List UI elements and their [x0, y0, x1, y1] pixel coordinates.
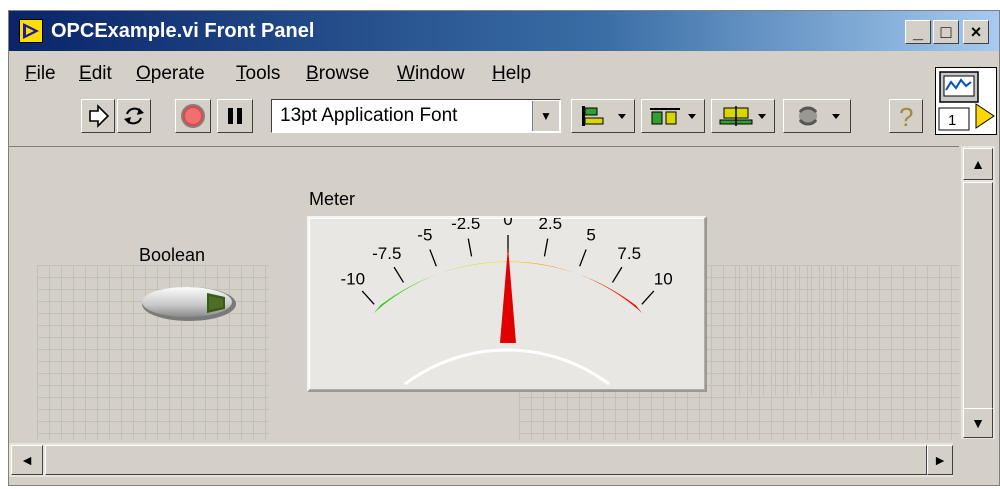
menu-label-rest: ools [245, 63, 281, 84]
run-continuously-button[interactable] [117, 99, 151, 133]
maximize-button[interactable]: □ [933, 20, 959, 44]
menu-file[interactable]: File [25, 63, 56, 85]
menu-tools[interactable]: Tools [236, 63, 280, 85]
meter-tick [543, 238, 549, 257]
horizontal-scrollbar[interactable]: ◄ ► [9, 443, 953, 477]
context-help-button[interactable]: ? [889, 99, 923, 133]
abort-button[interactable] [175, 99, 211, 133]
meter-gauge: -10 -7.5 -5 -2.5 0 2.5 5 7.5 10 [340, 210, 673, 386]
title-bar[interactable]: OPCExample.vi Front Panel _ □ × [9, 11, 999, 51]
menu-accel: O [136, 63, 151, 84]
pause-icon [228, 108, 242, 124]
vertical-scrollbar[interactable]: ▲ ▼ [961, 146, 995, 439]
align-objects-icon [582, 106, 626, 126]
distribute-objects-button[interactable] [641, 99, 705, 133]
front-panel-area[interactable]: Boolean Meter -10 -7.5 -5 -2.5 0 2.5 5 7… [9, 146, 959, 440]
reorder-icon [798, 106, 840, 126]
scroll-right-button[interactable]: ► [927, 445, 953, 475]
meter-tick [579, 249, 587, 267]
meter-tick [393, 266, 405, 283]
toolbar: 13pt Application Font ▼ ? [9, 99, 929, 139]
meter-scale-label: 5 [586, 225, 595, 244]
meter-scale-label: 7.5 [617, 244, 641, 263]
labview-vi-icon [19, 19, 43, 43]
align-objects-button[interactable] [571, 99, 635, 133]
pause-button[interactable] [217, 99, 253, 133]
meter-scale-label: -10 [340, 270, 365, 289]
resize-objects-button[interactable] [711, 99, 775, 133]
menu-label-rest: rowse [318, 63, 370, 84]
run-button[interactable] [81, 99, 115, 133]
reorder-button[interactable] [783, 99, 851, 133]
menu-accel: E [79, 63, 92, 84]
run-continuously-icon [124, 107, 144, 125]
panel-grid-block [739, 265, 859, 395]
vertical-scroll-thumb[interactable] [963, 182, 993, 410]
resize-objects-icon [719, 106, 766, 126]
scroll-down-button[interactable]: ▼ [963, 408, 993, 438]
boolean-label: Boolean [139, 245, 206, 265]
meter-lower-arc [404, 348, 610, 386]
meter-scale-label: -5 [417, 225, 432, 244]
meter-needle [500, 247, 516, 343]
menu-bar: File Edit Operate Tools Browse Window He… [9, 63, 929, 89]
close-button[interactable]: × [963, 20, 989, 44]
menu-label-rest: perate [150, 63, 205, 84]
meter-tick [467, 238, 473, 257]
distribute-objects-icon [650, 108, 696, 125]
meter-tick [361, 290, 375, 305]
window-title: OPCExample.vi Front Panel [51, 20, 315, 42]
menu-edit[interactable]: Edit [79, 63, 112, 85]
front-panel-window: OPCExample.vi Front Panel _ □ × File Edi… [8, 10, 1000, 486]
menu-label-rest: indow [414, 63, 465, 84]
meter-tick [611, 266, 623, 283]
menu-label-rest: ile [36, 63, 56, 84]
meter-scale-label: 10 [654, 270, 673, 289]
menu-accel: H [492, 63, 506, 84]
menu-label-rest: dit [91, 63, 112, 84]
run-arrow-icon [89, 104, 110, 128]
menu-accel: B [306, 63, 319, 84]
meter-scale-label: 0 [503, 218, 512, 229]
menu-browse[interactable]: Browse [306, 63, 369, 85]
connector-number: 1 [948, 112, 956, 129]
meter-scale-label: 2.5 [538, 218, 562, 233]
meter-scale-label: -7.5 [372, 244, 401, 263]
scroll-up-button[interactable]: ▲ [963, 148, 993, 180]
meter-tick [429, 249, 437, 267]
abort-icon [181, 104, 205, 128]
horizontal-scroll-thumb[interactable] [45, 445, 927, 475]
menu-accel: F [25, 63, 37, 84]
boolean-led-icon [142, 287, 236, 321]
menu-accel: T [236, 63, 246, 84]
menu-window[interactable]: Window [397, 63, 465, 85]
context-help-icon: ? [899, 102, 913, 132]
meter-scale-label: -2.5 [451, 218, 480, 233]
meter-indicator[interactable]: -10 -7.5 -5 -2.5 0 2.5 5 7.5 10 [307, 210, 707, 392]
help-glyph: ? [899, 102, 913, 132]
font-selector-value: 13pt Application Font [280, 105, 458, 126]
menu-help[interactable]: Help [492, 63, 531, 85]
meter-tick [641, 290, 655, 305]
font-selector[interactable]: 13pt Application Font ▼ [271, 99, 561, 133]
vi-connector-icon: 1 [938, 71, 995, 131]
minimize-button[interactable]: _ [905, 20, 931, 44]
connector-pane[interactable]: 1 [935, 67, 997, 135]
scroll-left-button[interactable]: ◄ [11, 445, 43, 475]
menu-operate[interactable]: Operate [136, 63, 205, 85]
chevron-down-icon[interactable]: ▼ [532, 101, 559, 131]
boolean-switch[interactable] [139, 284, 239, 324]
menu-accel: W [397, 63, 415, 84]
menu-label-rest: elp [505, 63, 532, 84]
meter-label: Meter [309, 189, 356, 209]
